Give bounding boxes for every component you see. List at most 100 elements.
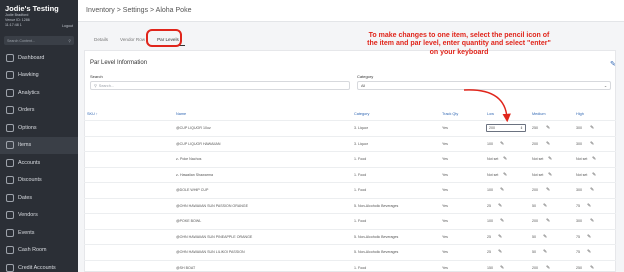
column-header-track-qty[interactable]: Track Qty bbox=[442, 112, 458, 116]
pencil-icon[interactable]: ✎ bbox=[543, 203, 547, 209]
table-row[interactable]: @POKE BOWL 1. Food Yes 100 ✎ 200 ✎ 300 ✎ bbox=[84, 213, 616, 229]
table-row[interactable]: @OHN HAWAIIAN SUN PASSION ORANGE 5. Non-… bbox=[84, 197, 616, 214]
sidebar-item-accounts[interactable]: Accounts bbox=[0, 154, 78, 172]
column-header-name[interactable]: Name bbox=[176, 112, 186, 116]
search-placeholder: Search... bbox=[98, 83, 114, 88]
search-icon: ⚲ bbox=[94, 84, 97, 88]
medium-cell: 250 bbox=[532, 126, 538, 130]
table-row[interactable]: @CUP LIQUOR 10oz 3. Liquor Yes 200 ⇕ 250… bbox=[84, 120, 616, 136]
pencil-icon[interactable]: ✎ bbox=[500, 218, 504, 224]
pencil-icon[interactable]: ✎ bbox=[500, 141, 504, 147]
pencil-icon[interactable]: ✎ bbox=[546, 125, 550, 131]
sidebar-search-input[interactable]: Search Content... ⚲ bbox=[4, 36, 74, 45]
pencil-icon[interactable]: ✎ bbox=[548, 172, 552, 178]
sidebar-item-events[interactable]: Events bbox=[0, 224, 78, 242]
clock-time: 11:17:48 1 bbox=[5, 23, 22, 27]
category-select[interactable]: All ⌄ bbox=[357, 81, 611, 90]
sidebar-item-discounts[interactable]: Discounts bbox=[0, 172, 78, 190]
top-bar: Inventory > Settings > Aloha Poke bbox=[78, 0, 624, 22]
table-row[interactable]: z- Poke Nachos 1. Food Yes Not set ✎ Not… bbox=[84, 151, 616, 167]
column-header-medium[interactable]: Medium bbox=[532, 112, 546, 116]
sidebar-item-label: Orders bbox=[18, 107, 35, 114]
pencil-icon[interactable]: ✎ bbox=[587, 249, 591, 255]
category-cell: 5. Non-Alcoholic Beverages bbox=[354, 203, 399, 208]
name-cell: @OHN HAWAIIAN SUN LILIKOI PASSION bbox=[176, 250, 245, 254]
pencil-icon[interactable]: ✎ bbox=[498, 249, 502, 255]
table-row[interactable]: @SH BOAT 1. Food Yes 150 ✎ 200 ✎ 250 ✎ bbox=[84, 259, 616, 272]
high-cell: 300 bbox=[576, 141, 582, 146]
track-cell: Yes bbox=[442, 172, 448, 177]
low-cell: 25 bbox=[487, 203, 491, 208]
low-cell: 25 bbox=[487, 234, 491, 239]
table-row[interactable]: z- Hawaiian Shawarma 1. Food Yes Not set… bbox=[84, 166, 616, 183]
pencil-icon[interactable]: ✎ bbox=[546, 265, 550, 271]
pencil-icon[interactable]: ✎ bbox=[590, 265, 594, 271]
high-cell: 75 bbox=[576, 250, 580, 254]
pencil-icon[interactable]: ✎ bbox=[592, 156, 596, 162]
pencil-icon[interactable]: ✎ bbox=[546, 187, 550, 193]
table-row[interactable]: @OHN HAWAIIAN SUN PINEAPPLE ORANGE 5. No… bbox=[84, 228, 616, 245]
pencil-icon[interactable]: ✎ bbox=[543, 249, 547, 255]
column-header-sku[interactable]: SKU ↑ bbox=[87, 112, 98, 116]
category-cell: 1. Food bbox=[354, 219, 367, 223]
sidebar-item-orders[interactable]: Orders bbox=[0, 102, 78, 120]
high-cell: Not set bbox=[576, 172, 588, 177]
pencil-icon[interactable]: ✎ bbox=[503, 172, 507, 178]
sidebar-nav: Dashboard Hawking Analytics Orders Optio… bbox=[0, 49, 78, 272]
pencil-icon[interactable]: ✎ bbox=[590, 187, 594, 193]
low-cell: 200 bbox=[489, 126, 495, 130]
sidebar-item-analytics[interactable]: Analytics bbox=[0, 84, 78, 102]
breadcrumb: Inventory > Settings > Aloha Poke bbox=[86, 7, 192, 14]
category-cell: 1. Food bbox=[354, 265, 367, 270]
table-row[interactable]: @OHN HAWAIIAN SUN LILIKOI PASSION 5. Non… bbox=[84, 244, 616, 260]
sidebar-item-label: Events bbox=[18, 229, 35, 236]
category-cell: 1. Food bbox=[354, 172, 367, 177]
search-input[interactable]: ⚲ Search... bbox=[90, 81, 350, 90]
table-row[interactable]: @CUP LIQUOR HAWAIIAN 3. Liquor Yes 100 ✎… bbox=[84, 135, 616, 152]
pencil-icon[interactable]: ✎ bbox=[610, 60, 616, 68]
sidebar: Jodie's Testing Jodie Bradford Venue ID:… bbox=[0, 0, 78, 272]
medium-cell: 200 bbox=[532, 219, 538, 223]
pencil-icon[interactable]: ✎ bbox=[500, 187, 504, 193]
pencil-icon[interactable]: ✎ bbox=[546, 141, 550, 147]
pencil-icon[interactable]: ✎ bbox=[592, 172, 596, 178]
category-cell: 1. Food bbox=[354, 157, 367, 161]
column-header-high[interactable]: High bbox=[576, 112, 584, 116]
pencil-icon[interactable]: ✎ bbox=[503, 156, 507, 162]
logout-link[interactable]: Logout bbox=[62, 24, 73, 28]
venue-title: Jodie's Testing bbox=[5, 4, 59, 13]
sidebar-item-items[interactable]: Items bbox=[0, 136, 78, 154]
sort-arrow-icon: ↑ bbox=[95, 112, 98, 116]
pencil-icon[interactable]: ✎ bbox=[587, 203, 591, 209]
annotation-highlight-circle bbox=[146, 29, 182, 47]
sidebar-item-credit-accounts[interactable]: Credit Accounts bbox=[0, 259, 78, 272]
pencil-icon[interactable]: ✎ bbox=[548, 156, 552, 162]
column-header-category[interactable]: Category bbox=[354, 112, 369, 116]
tab-details[interactable]: Details bbox=[88, 34, 114, 46]
pencil-icon[interactable]: ✎ bbox=[590, 141, 594, 147]
pencil-icon[interactable]: ✎ bbox=[590, 218, 594, 224]
column-header-low[interactable]: Low bbox=[487, 112, 494, 116]
pencil-icon[interactable]: ✎ bbox=[587, 234, 591, 240]
stepper-icon[interactable]: ⇕ bbox=[520, 126, 523, 130]
track-cell: Yes bbox=[442, 234, 448, 239]
main-content: Inventory > Settings > Aloha Poke Detail… bbox=[78, 0, 624, 272]
sidebar-item-vendors[interactable]: Vendors bbox=[0, 207, 78, 225]
pencil-icon[interactable]: ✎ bbox=[590, 125, 594, 131]
sidebar-item-hawking[interactable]: Hawking bbox=[0, 67, 78, 85]
options-icon bbox=[6, 123, 14, 132]
sidebar-item-dashboard[interactable]: Dashboard bbox=[0, 49, 78, 67]
sidebar-item-label: Dashboard bbox=[18, 54, 45, 61]
pencil-icon[interactable]: ✎ bbox=[500, 265, 504, 271]
sidebar-item-options[interactable]: Options bbox=[0, 119, 78, 137]
pencil-icon[interactable]: ✎ bbox=[498, 234, 502, 240]
name-cell: @POKE BOWL bbox=[176, 219, 202, 223]
table-row[interactable]: @DOLE WHIP CUP 1. Food Yes 100 ✎ 200 ✎ 3… bbox=[84, 182, 616, 198]
pencil-icon[interactable]: ✎ bbox=[498, 203, 502, 209]
sidebar-item-dates[interactable]: Dates bbox=[0, 189, 78, 207]
sidebar-item-cash-room[interactable]: Cash Room bbox=[0, 242, 78, 260]
sidebar-item-label: Dates bbox=[18, 194, 33, 201]
medium-cell: Not set bbox=[532, 172, 544, 177]
pencil-icon[interactable]: ✎ bbox=[546, 218, 550, 224]
pencil-icon[interactable]: ✎ bbox=[543, 234, 547, 240]
